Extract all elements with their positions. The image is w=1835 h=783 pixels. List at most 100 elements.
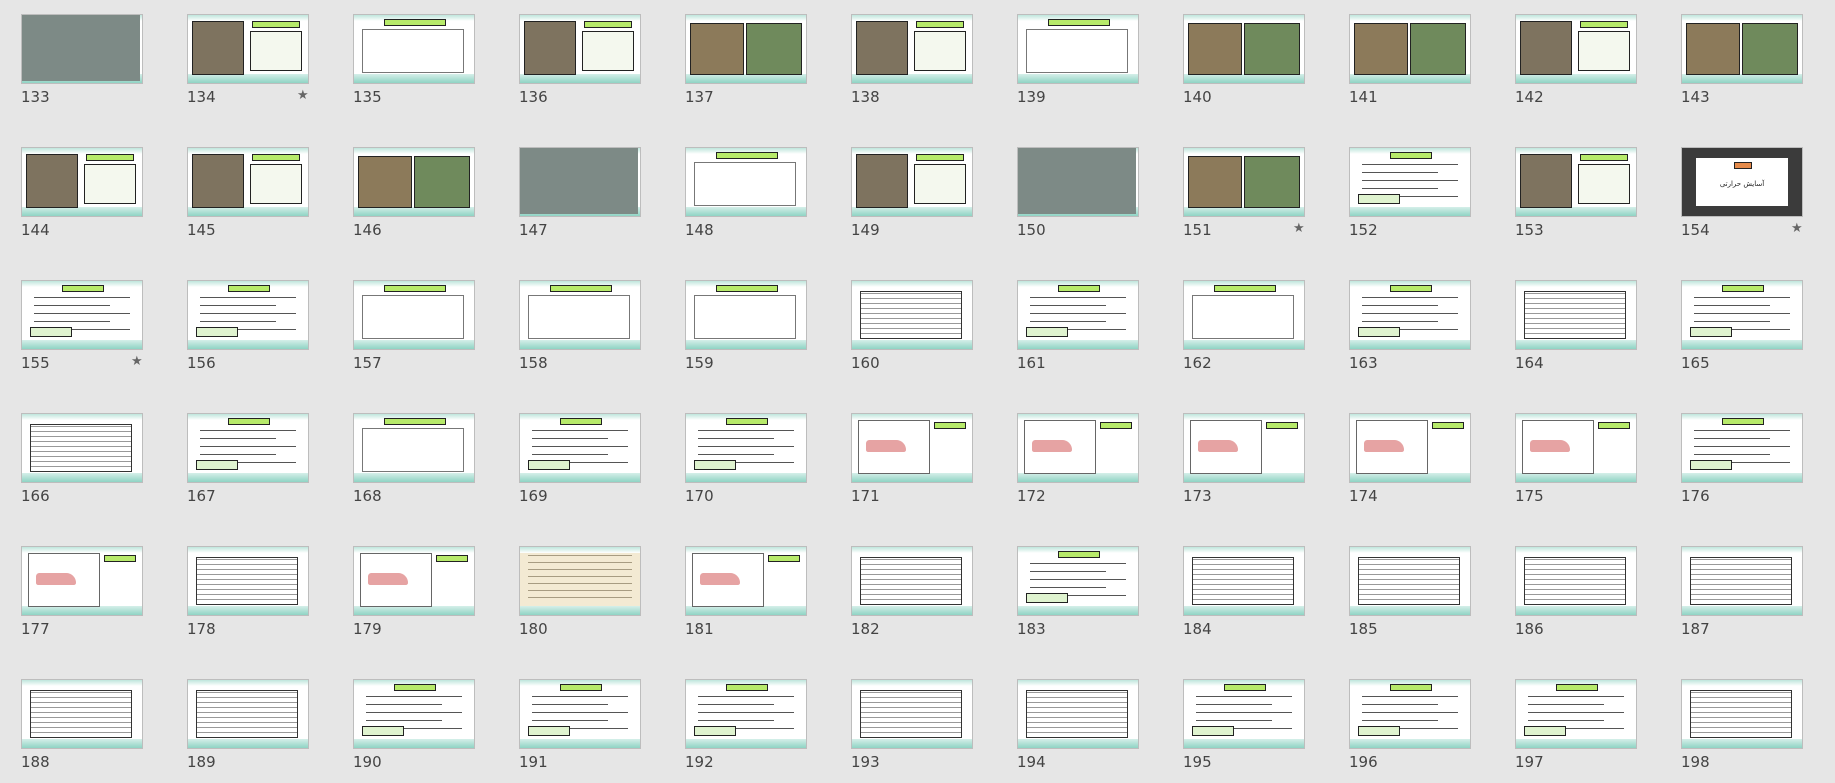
slide-196[interactable]: 196 — [1349, 679, 1471, 779]
slide-thumbnail[interactable] — [21, 413, 143, 483]
slide-134[interactable]: 134 ★ — [187, 14, 309, 114]
star-icon[interactable]: ★ — [131, 354, 143, 369]
slide-194[interactable]: 194 — [1017, 679, 1139, 779]
slide-thumbnail[interactable] — [1515, 679, 1637, 749]
slide-thumbnail[interactable] — [851, 14, 973, 84]
slide-thumbnail[interactable] — [1349, 679, 1471, 749]
slide-thumbnail[interactable] — [1681, 413, 1803, 483]
slide-thumbnail[interactable] — [1017, 147, 1139, 217]
slide-137[interactable]: 137 — [685, 14, 807, 114]
slide-179[interactable]: 179 — [353, 546, 475, 646]
slide-176[interactable]: 176 — [1681, 413, 1803, 513]
slide-154[interactable]: آسایش حرارتی 154 ★ — [1681, 147, 1803, 247]
slide-160[interactable]: 160 — [851, 280, 973, 380]
slide-thumbnail[interactable] — [851, 280, 973, 350]
slide-149[interactable]: 149 — [851, 147, 973, 247]
slide-136[interactable]: 136 — [519, 14, 641, 114]
slide-thumbnail[interactable] — [1183, 280, 1305, 350]
slide-thumbnail[interactable] — [1183, 413, 1305, 483]
slide-183[interactable]: 183 — [1017, 546, 1139, 646]
slide-161[interactable]: 161 — [1017, 280, 1139, 380]
slide-135[interactable]: 135 — [353, 14, 475, 114]
slide-thumbnail[interactable] — [1681, 546, 1803, 616]
star-icon[interactable]: ★ — [1293, 221, 1305, 236]
slide-171[interactable]: 171 — [851, 413, 973, 513]
slide-thumbnail[interactable] — [353, 679, 475, 749]
slide-thumbnail[interactable] — [1183, 546, 1305, 616]
slide-thumbnail[interactable] — [519, 413, 641, 483]
slide-thumbnail[interactable] — [187, 413, 309, 483]
slide-172[interactable]: 172 — [1017, 413, 1139, 513]
slide-thumbnail[interactable] — [21, 546, 143, 616]
slide-198[interactable]: 198 — [1681, 679, 1803, 779]
slide-157[interactable]: 157 — [353, 280, 475, 380]
slide-thumbnail[interactable] — [1681, 280, 1803, 350]
slide-142[interactable]: 142 — [1515, 14, 1637, 114]
star-icon[interactable]: ★ — [1791, 221, 1803, 236]
slide-thumbnail[interactable] — [519, 280, 641, 350]
slide-thumbnail[interactable] — [685, 679, 807, 749]
slide-193[interactable]: 193 — [851, 679, 973, 779]
slide-thumbnail[interactable] — [1515, 413, 1637, 483]
slide-191[interactable]: 191 — [519, 679, 641, 779]
slide-thumbnail[interactable] — [851, 546, 973, 616]
slide-thumbnail[interactable] — [353, 413, 475, 483]
slide-186[interactable]: 186 — [1515, 546, 1637, 646]
slide-thumbnail[interactable] — [353, 147, 475, 217]
slide-thumbnail[interactable] — [1515, 147, 1637, 217]
slide-162[interactable]: 162 — [1183, 280, 1305, 380]
star-icon[interactable]: ★ — [297, 88, 309, 103]
slide-thumbnail[interactable] — [187, 14, 309, 84]
slide-169[interactable]: 169 — [519, 413, 641, 513]
slide-180[interactable]: 180 — [519, 546, 641, 646]
slide-thumbnail[interactable] — [1183, 147, 1305, 217]
slide-197[interactable]: 197 — [1515, 679, 1637, 779]
slide-173[interactable]: 173 — [1183, 413, 1305, 513]
slide-thumbnail[interactable] — [187, 280, 309, 350]
slide-thumbnail[interactable] — [1349, 546, 1471, 616]
slide-thumbnail[interactable] — [21, 679, 143, 749]
slide-185[interactable]: 185 — [1349, 546, 1471, 646]
slide-thumbnail[interactable]: آسایش حرارتی — [1681, 147, 1803, 217]
slide-139[interactable]: 139 — [1017, 14, 1139, 114]
slide-148[interactable]: 148 — [685, 147, 807, 247]
slide-thumbnail[interactable] — [685, 280, 807, 350]
slide-thumbnail[interactable] — [1183, 679, 1305, 749]
slide-187[interactable]: 187 — [1681, 546, 1803, 646]
slide-138[interactable]: 138 — [851, 14, 973, 114]
slide-thumbnail[interactable] — [519, 14, 641, 84]
slide-thumbnail[interactable] — [1183, 14, 1305, 84]
slide-thumbnail[interactable] — [21, 14, 143, 84]
slide-thumbnail[interactable] — [1349, 280, 1471, 350]
slide-thumbnail[interactable] — [1349, 413, 1471, 483]
slide-165[interactable]: 165 — [1681, 280, 1803, 380]
slide-thumbnail[interactable] — [685, 413, 807, 483]
slide-thumbnail[interactable] — [1017, 546, 1139, 616]
slide-thumbnail[interactable] — [851, 413, 973, 483]
slide-181[interactable]: 181 — [685, 546, 807, 646]
slide-thumbnail[interactable] — [1017, 280, 1139, 350]
slide-178[interactable]: 178 — [187, 546, 309, 646]
slide-133[interactable]: 133 — [21, 14, 143, 114]
slide-166[interactable]: 166 — [21, 413, 143, 513]
slide-158[interactable]: 158 — [519, 280, 641, 380]
slide-147[interactable]: 147 — [519, 147, 641, 247]
slide-150[interactable]: 150 — [1017, 147, 1139, 247]
slide-thumbnail[interactable] — [1515, 280, 1637, 350]
slide-164[interactable]: 164 — [1515, 280, 1637, 380]
slide-195[interactable]: 195 — [1183, 679, 1305, 779]
slide-159[interactable]: 159 — [685, 280, 807, 380]
slide-192[interactable]: 192 — [685, 679, 807, 779]
slide-thumbnail[interactable] — [519, 546, 641, 616]
slide-thumbnail[interactable] — [1515, 14, 1637, 84]
slide-152[interactable]: 152 — [1349, 147, 1471, 247]
slide-thumbnail[interactable] — [353, 14, 475, 84]
slide-175[interactable]: 175 — [1515, 413, 1637, 513]
slide-141[interactable]: 141 — [1349, 14, 1471, 114]
slide-174[interactable]: 174 — [1349, 413, 1471, 513]
slide-163[interactable]: 163 — [1349, 280, 1471, 380]
slide-thumbnail[interactable] — [685, 14, 807, 84]
slide-thumbnail[interactable] — [1681, 14, 1803, 84]
slide-thumbnail[interactable] — [21, 147, 143, 217]
slide-143[interactable]: 143 — [1681, 14, 1803, 114]
